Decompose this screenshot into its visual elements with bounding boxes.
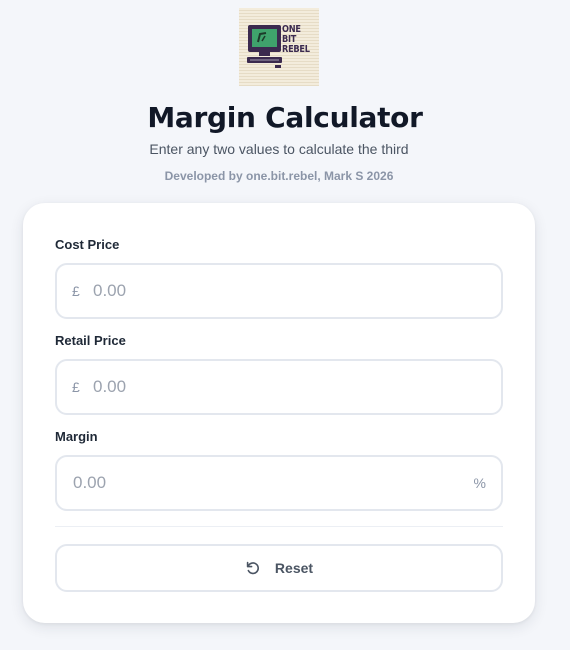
developer-credit: Developed by one.bit.rebel, Mark S 2026: [164, 169, 394, 183]
reset-icon: [246, 561, 259, 575]
cost-price-label: Cost Price: [55, 237, 120, 252]
margin-label: Margin: [55, 429, 98, 444]
page-subtitle: Enter any two values to calculate the th…: [149, 141, 409, 157]
retail-price-field[interactable]: £: [55, 359, 503, 415]
reset-button[interactable]: Reset: [55, 544, 503, 592]
cost-price-field[interactable]: £: [55, 263, 503, 319]
reset-button-label: Reset: [274, 560, 314, 576]
page: ONE BIT REBEL Margin Calculator Enter an…: [0, 0, 570, 650]
margin-field[interactable]: %: [55, 455, 503, 511]
one-bit-rebel-logo: ONE BIT REBEL: [239, 8, 319, 86]
cost-price-input[interactable]: [93, 265, 493, 317]
pound-sign: £: [72, 283, 80, 299]
calculator-card: Cost Price £ Retail Price £ Margin % Res…: [23, 203, 535, 623]
pound-sign: £: [72, 379, 80, 395]
divider: [55, 526, 503, 527]
page-title: Margin Calculator: [147, 101, 423, 134]
retail-price-label: Retail Price: [55, 333, 126, 348]
percent-sign: %: [473, 475, 486, 491]
retail-price-input[interactable]: [93, 361, 493, 413]
logo-wordmark: ONE BIT REBEL: [282, 25, 310, 55]
margin-input[interactable]: [73, 457, 453, 509]
logo-text-line: REBEL: [282, 44, 310, 55]
